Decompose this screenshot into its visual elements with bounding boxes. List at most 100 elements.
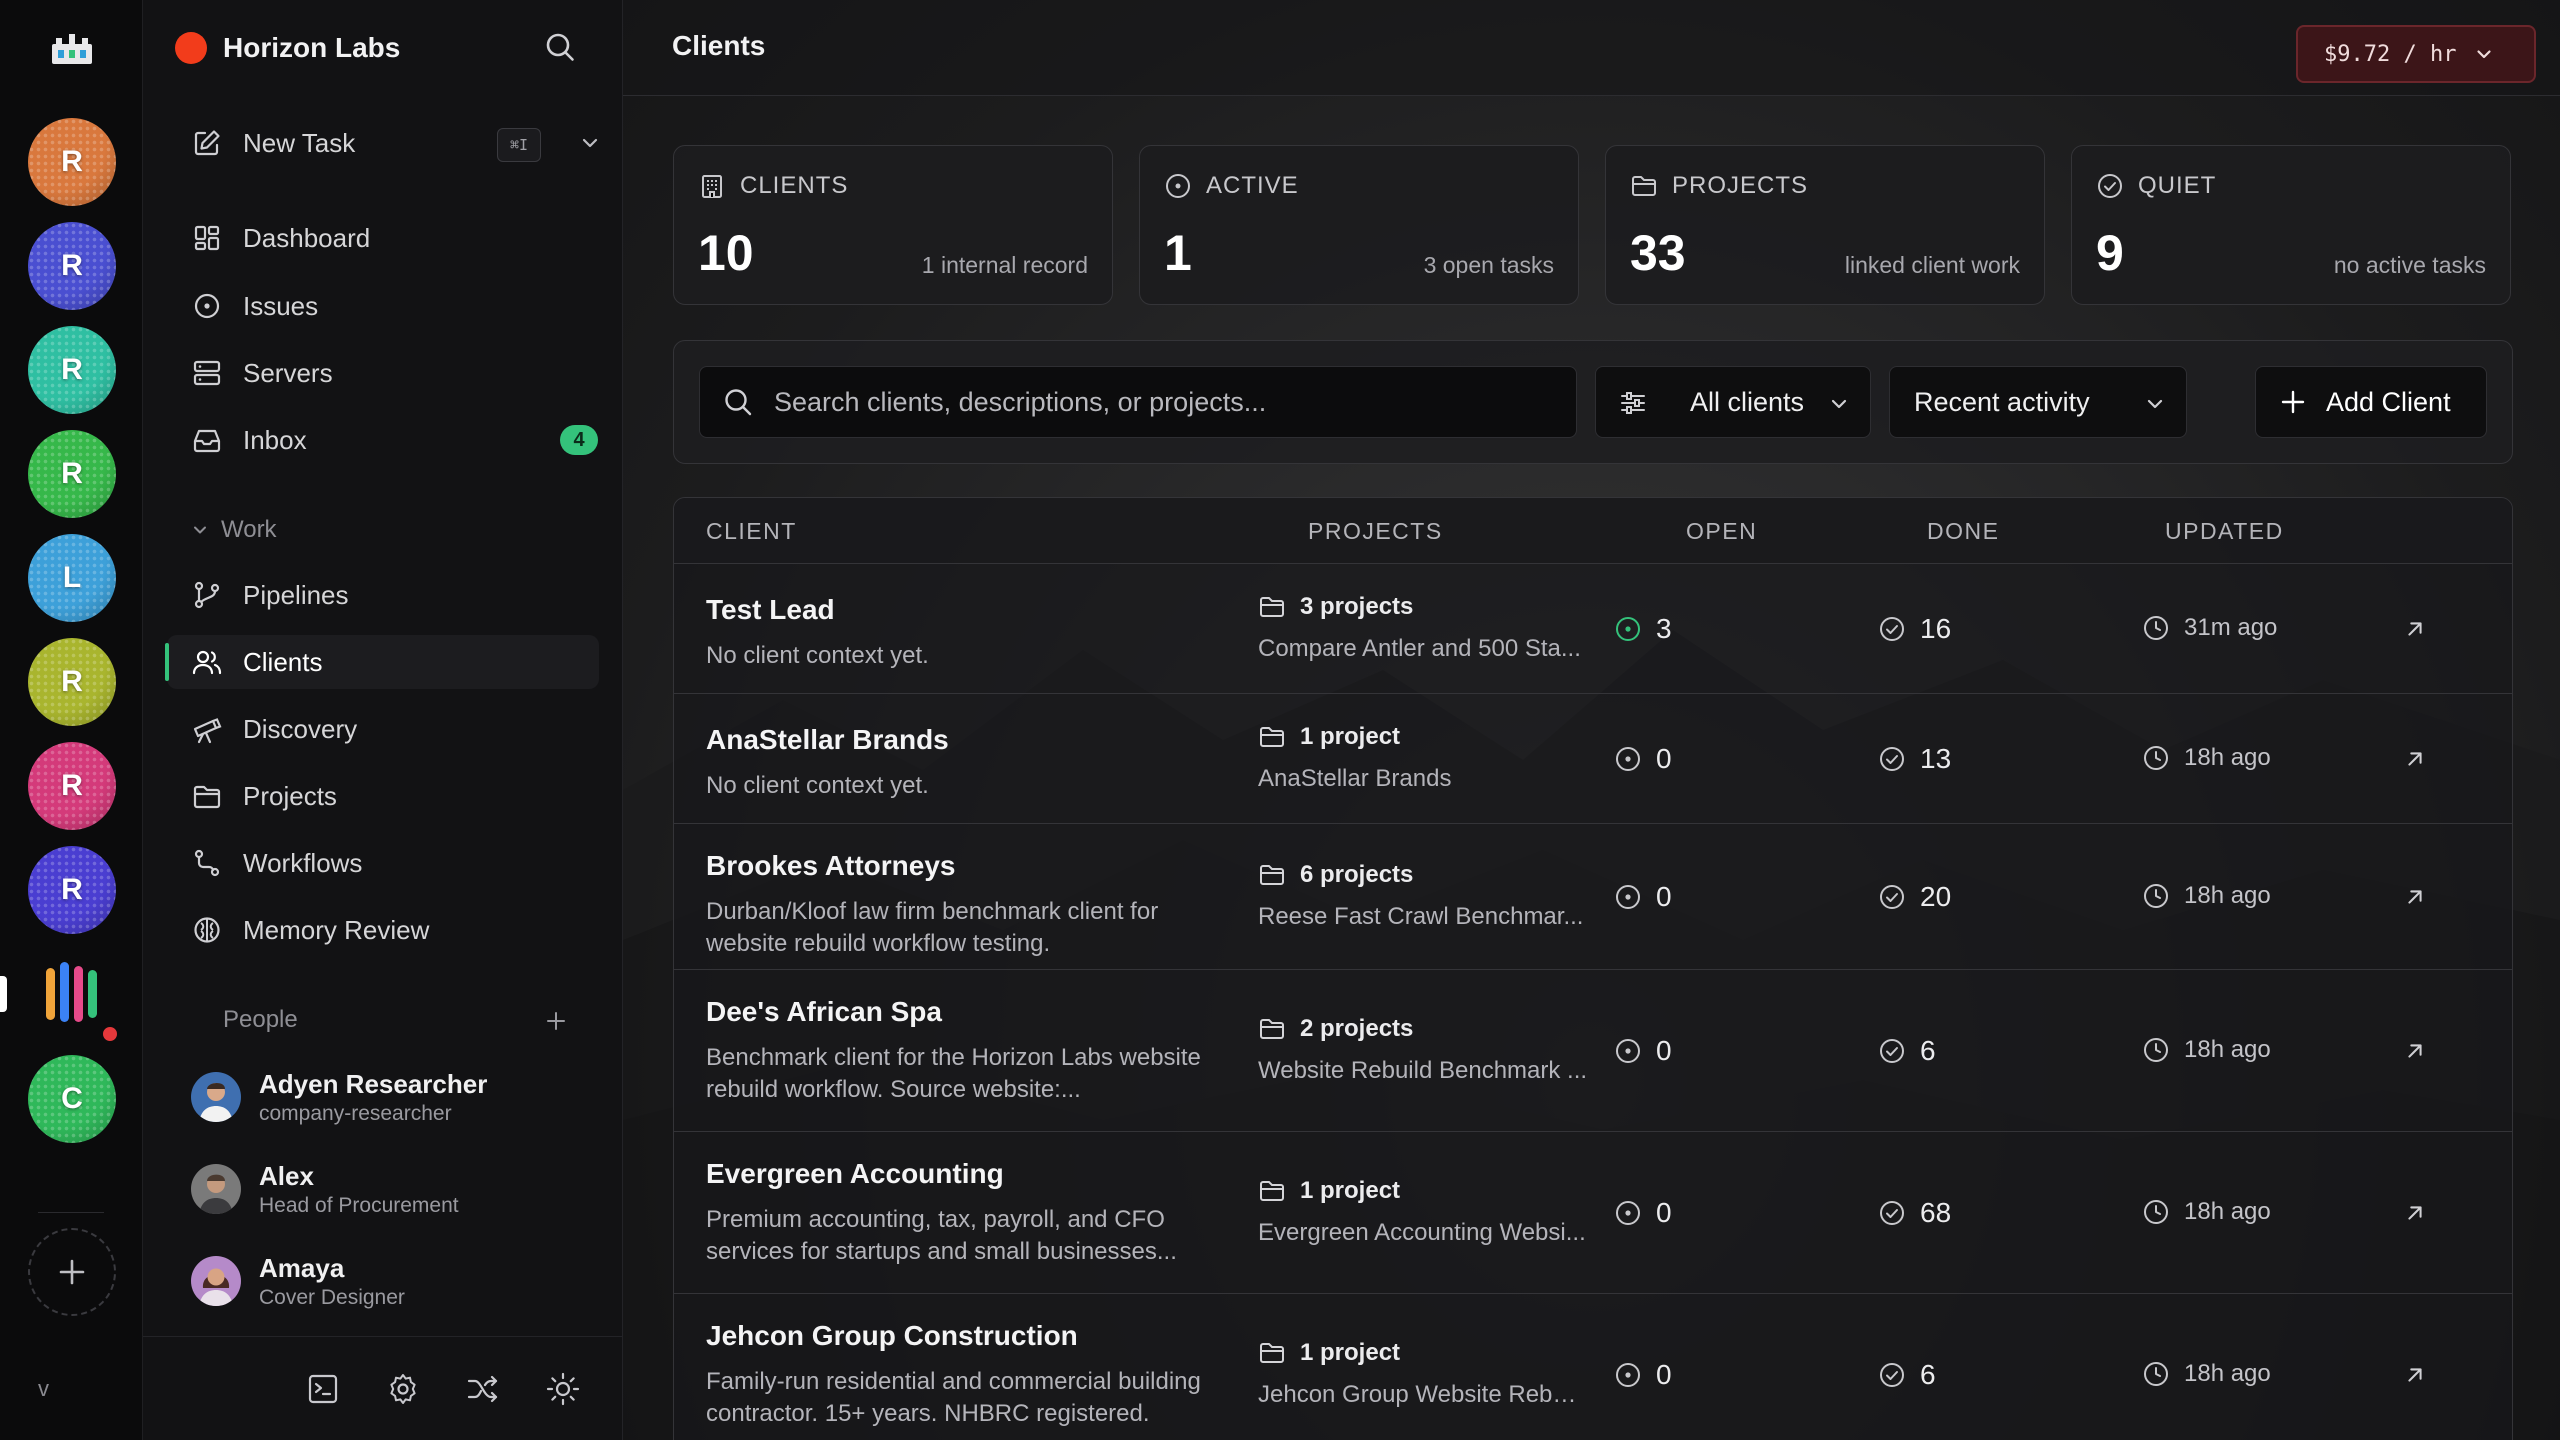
sidebar-item-pipelines[interactable]: Pipelines [167, 568, 599, 622]
workspace-avatar[interactable]: R [28, 430, 116, 518]
workspace-avatar[interactable]: L [28, 534, 116, 622]
workspace-avatar[interactable]: R [28, 222, 116, 310]
open-link-icon[interactable] [2402, 884, 2428, 910]
table-row[interactable]: AnaStellar Brands No client context yet. 1… [674, 694, 2512, 824]
stat-value: 1 [1164, 225, 1192, 281]
org-switcher[interactable]: Horizon Labs [175, 28, 400, 68]
open-value: 0 [1656, 1359, 1672, 1390]
open-link-icon[interactable] [2402, 616, 2428, 642]
workspace-avatar[interactable]: R [28, 742, 116, 830]
sidebar-item-issues[interactable]: Issues [167, 279, 599, 333]
clock-icon [2144, 746, 2168, 770]
workspace-avatar[interactable]: R [28, 118, 116, 206]
client-name[interactable]: AnaStellar Brands [706, 724, 949, 756]
project-count[interactable]: 1 project [1258, 723, 1400, 751]
shuffle-icon[interactable] [465, 1371, 501, 1407]
workspace-avatar[interactable]: C [28, 1055, 116, 1143]
folder-icon [1260, 1019, 1284, 1039]
add-person-icon[interactable] [543, 1008, 569, 1034]
client-description: No client context yet. [706, 770, 1226, 802]
table-row[interactable]: Brookes Attorneys Durban/Kloof law firm b… [674, 824, 2512, 970]
sidebar-item-discovery[interactable]: Discovery [167, 702, 599, 756]
sort-dropdown[interactable]: Recent activity [1889, 366, 2187, 438]
sidebar-item-projects[interactable]: Projects [167, 769, 599, 823]
workspace-avatar[interactable]: R [28, 326, 116, 414]
shortcut-badge: ⌘I [497, 128, 541, 162]
open-link-icon[interactable] [2402, 1200, 2428, 1226]
sidebar-item-label: Dashboard [243, 222, 371, 253]
client-name[interactable]: Evergreen Accounting [706, 1158, 1004, 1190]
description-line: rebuild workflow. Source website:... [706, 1076, 1081, 1103]
sidebar-item-memory-review[interactable]: Memory Review [167, 903, 599, 957]
active-open-icon [1616, 617, 1640, 641]
open-link-icon[interactable] [2402, 1362, 2428, 1388]
app-logo-icon[interactable] [48, 28, 96, 68]
open-count: 3 [1614, 613, 1672, 645]
chevron-down-icon[interactable] [579, 132, 601, 154]
sidebar-item-inbox[interactable]: Inbox 4 [167, 413, 599, 467]
column-header[interactable]: OPEN [1686, 518, 1757, 545]
open-value: 0 [1656, 743, 1672, 774]
project-count[interactable]: 6 projects [1258, 861, 1413, 889]
stat-card-clients: CLIENTS 10 1 internal record [673, 145, 1113, 305]
scope-dropdown[interactable]: All clients [1595, 366, 1871, 438]
rate-dropdown[interactable]: $9.72 / hr [2296, 25, 2536, 83]
table-row[interactable]: Jehcon Group Construction Family-run resi… [674, 1294, 2512, 1440]
client-name[interactable]: Brookes Attorneys [706, 850, 955, 882]
project-count[interactable]: 3 projects [1258, 593, 1413, 621]
plus-icon [59, 1259, 85, 1285]
sidebar-item-workflows[interactable]: Workflows [167, 836, 599, 890]
workspace-avatar[interactable]: R [28, 846, 116, 934]
project-count-label: 1 project [1300, 1177, 1401, 1204]
table-row[interactable]: Dee's African Spa Benchmark client for th… [674, 970, 2512, 1132]
add-client-button[interactable]: Add Client [2255, 366, 2487, 438]
sidebar-item-dashboard[interactable]: Dashboard [167, 211, 599, 265]
folder-icon [1260, 1343, 1284, 1363]
person-item[interactable]: Adyen Researcher company-researcher [191, 1062, 591, 1132]
person-role: company-researcher [259, 1101, 452, 1125]
open-value: 0 [1656, 1197, 1672, 1228]
done-value: 6 [1920, 1035, 1936, 1066]
new-task-button[interactable]: New Task ⌘I [167, 116, 599, 170]
description-line: website rebuild workflow testing. [706, 930, 1051, 957]
terminal-icon[interactable] [305, 1371, 341, 1407]
person-item[interactable]: Alex Head of Procurement [191, 1154, 591, 1224]
work-section-toggle[interactable]: Work [191, 516, 277, 544]
search-icon[interactable] [543, 30, 577, 64]
table-row[interactable]: Evergreen Accounting Premium accounting, … [674, 1132, 2512, 1294]
project-summary: Jehcon Group Website Rebui... [1258, 1381, 1588, 1408]
column-header[interactable]: UPDATED [2165, 518, 2284, 545]
gear-icon[interactable] [385, 1371, 421, 1407]
person-item[interactable]: Amaya Cover Designer [191, 1246, 591, 1316]
sidebar-item-clients[interactable]: Clients [165, 635, 599, 689]
open-link-icon[interactable] [2402, 746, 2428, 772]
column-header[interactable]: PROJECTS [1308, 518, 1443, 545]
open-link-icon[interactable] [2402, 1038, 2428, 1064]
sidebar-item-label: Memory Review [243, 914, 430, 945]
client-name[interactable]: Dee's African Spa [706, 996, 942, 1028]
project-count[interactable]: 2 projects [1258, 1015, 1413, 1043]
project-count[interactable]: 1 project [1258, 1339, 1400, 1367]
project-count[interactable]: 1 project [1258, 1177, 1400, 1205]
stat-label: ACTIVE [1206, 172, 1299, 199]
updated-time: 31m ago [2142, 614, 2277, 642]
column-header[interactable]: CLIENT [706, 518, 797, 545]
client-search[interactable] [699, 366, 1577, 438]
stat-card-active: ACTIVE 1 3 open tasks [1139, 145, 1579, 305]
project-summary: Compare Antler and 500 Sta... [1258, 635, 1581, 662]
table-row[interactable]: Test Lead No client context yet. 3 project… [674, 564, 2512, 694]
clock-icon [2144, 1200, 2168, 1224]
sidebar-item-servers[interactable]: Servers [167, 346, 599, 400]
client-name[interactable]: Jehcon Group Construction [706, 1320, 1078, 1352]
client-name[interactable]: Test Lead [706, 594, 835, 626]
client-description: Family-run residential and commercial bu… [706, 1366, 1226, 1430]
check-circle-icon [1880, 1201, 1904, 1225]
done-count: 16 [1878, 613, 1951, 645]
search-input[interactable] [774, 386, 1576, 418]
clock-icon [2144, 1362, 2168, 1386]
add-workspace-button[interactable] [28, 1228, 116, 1316]
column-header[interactable]: DONE [1927, 518, 1999, 545]
workspace-avatar[interactable]: R [28, 638, 116, 726]
bars-workspace-icon[interactable] [44, 962, 100, 1026]
sun-icon[interactable] [545, 1371, 581, 1407]
